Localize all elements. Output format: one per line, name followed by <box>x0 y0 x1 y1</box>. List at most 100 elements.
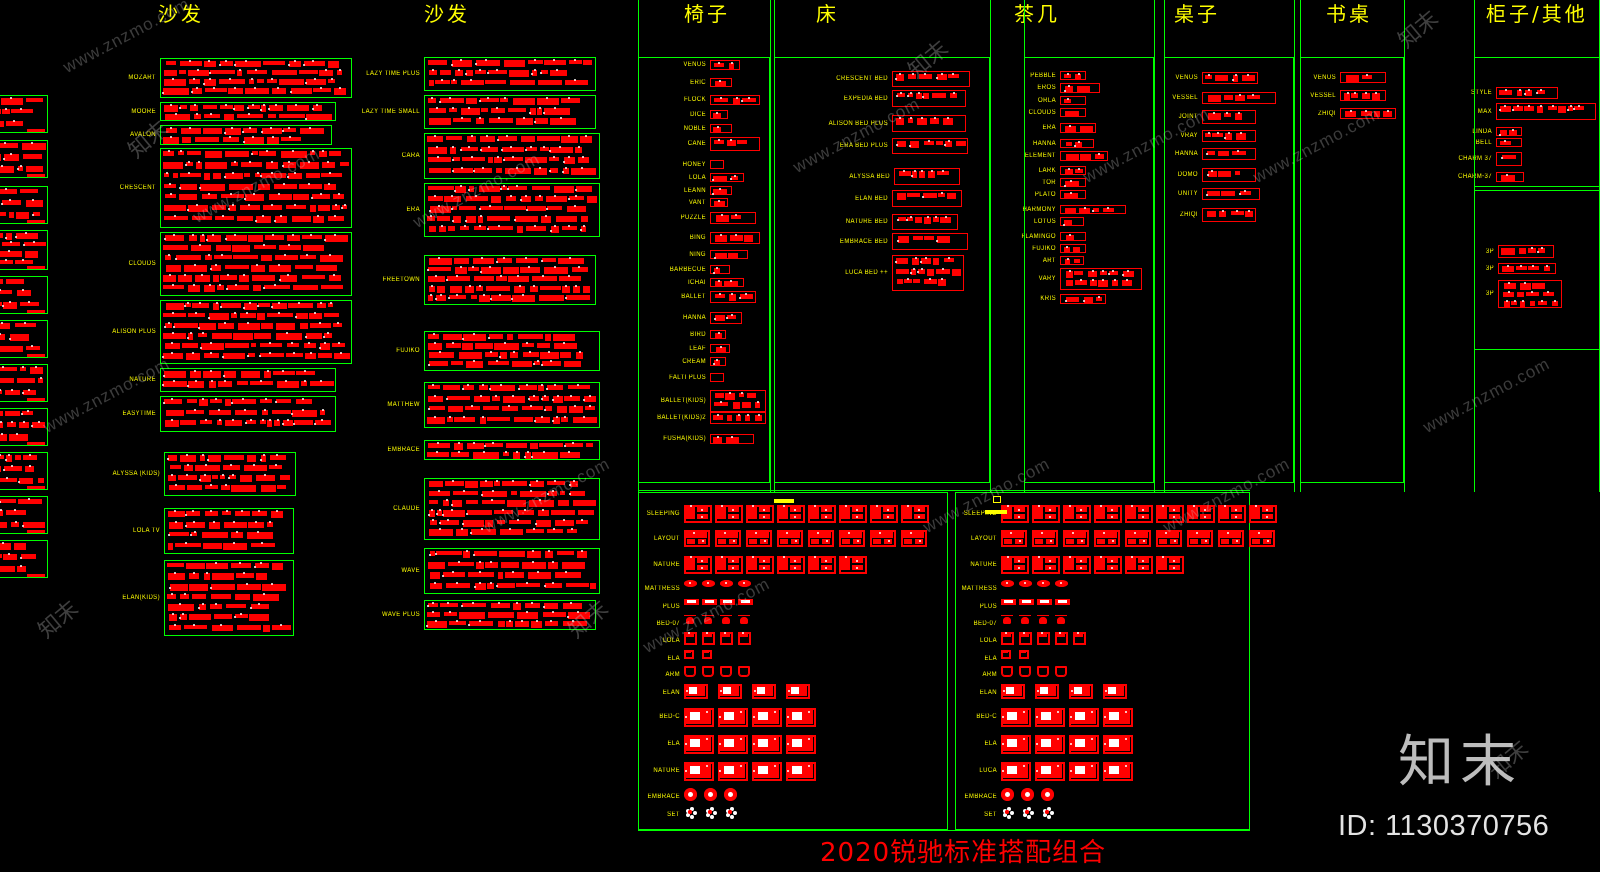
joint-dot <box>552 420 554 422</box>
furniture-block <box>296 313 308 319</box>
joint-dot <box>524 456 526 458</box>
furniture-block <box>258 184 270 190</box>
furniture-block <box>229 184 253 190</box>
left-edge-frame-6 <box>0 364 48 402</box>
glyph-part <box>1001 666 1013 677</box>
joint-dot <box>1514 300 1516 302</box>
joint-dot <box>182 613 184 615</box>
glyph-dot <box>1255 505 1257 507</box>
item-cabinet-0-label: STYLE <box>1470 89 1492 97</box>
glyph-dot <box>1042 582 1044 584</box>
watermark-mark: 知末 <box>1393 6 1444 54</box>
joint-dot <box>471 156 473 158</box>
joint-dot <box>559 146 561 148</box>
joint-dot <box>287 419 289 421</box>
joint-dot <box>186 474 188 476</box>
glyph-dot <box>787 770 789 772</box>
joint-dot <box>255 69 257 71</box>
furniture-block <box>0 166 14 173</box>
joint-dot <box>914 170 916 172</box>
joint-dot <box>191 91 193 93</box>
furniture-block <box>455 186 466 193</box>
glyph-part <box>1039 617 1047 624</box>
joint-dot <box>714 318 716 320</box>
joint-dot <box>541 364 543 366</box>
furniture-block <box>232 399 256 404</box>
glyph-dot <box>808 738 810 740</box>
joint-dot <box>568 275 570 277</box>
furniture-block <box>180 61 202 66</box>
joint-dot <box>206 239 208 241</box>
joint-dot <box>480 271 482 273</box>
furniture-block <box>897 279 903 284</box>
glyph-part <box>1041 739 1051 747</box>
joint-dot <box>735 214 737 216</box>
furniture-block <box>586 443 593 447</box>
joint-dot <box>219 284 221 286</box>
joint-dot <box>1067 258 1069 260</box>
joint-dot <box>280 624 282 626</box>
furniture-block <box>273 371 295 375</box>
furniture-block <box>164 79 186 86</box>
joint-dot <box>171 398 173 400</box>
joint-dot <box>529 484 531 486</box>
joint-dot <box>534 420 536 422</box>
joint-dot <box>308 183 310 185</box>
joint-dot <box>5 259 7 261</box>
joint-dot <box>168 150 170 152</box>
glyph-part <box>1055 615 1067 616</box>
joint-dot <box>239 69 241 71</box>
joint-dot <box>451 504 453 506</box>
item-desk-2-frame <box>1340 108 1396 119</box>
joint-dot <box>499 356 501 358</box>
joint-dot <box>544 585 546 587</box>
furniture-block <box>1208 171 1217 177</box>
joint-dot <box>543 146 545 148</box>
joint-dot <box>1084 207 1086 209</box>
joint-dot <box>449 97 451 99</box>
glyph-dot <box>740 765 742 767</box>
furniture-block <box>276 399 291 403</box>
furniture-block <box>509 520 531 524</box>
glyph-dot <box>732 509 734 511</box>
joint-dot <box>537 571 539 573</box>
furniture-block <box>1207 151 1215 155</box>
joint-dot <box>251 153 253 155</box>
item-desk-0-label: VENUS <box>1313 74 1336 81</box>
joint-dot <box>340 352 342 354</box>
joint-dot <box>210 587 212 589</box>
joint-dot <box>1078 141 1080 143</box>
joint-dot <box>438 257 440 259</box>
joint-dot <box>896 95 898 97</box>
furniture-block <box>280 275 297 282</box>
joint-dot <box>488 337 490 339</box>
joint-dot <box>526 582 528 584</box>
furniture-block <box>497 583 515 588</box>
item-table-1-frame <box>1202 92 1276 104</box>
furniture-block <box>463 551 470 558</box>
furniture-block <box>38 478 44 483</box>
furniture-block <box>248 105 260 109</box>
column-title-sofa-b: 沙发 <box>424 2 470 26</box>
joint-dot <box>716 267 718 269</box>
furniture-block <box>924 217 931 224</box>
joint-dot <box>577 384 579 386</box>
joint-dot <box>187 337 189 339</box>
joint-dot <box>907 95 909 97</box>
furniture-block <box>715 253 727 258</box>
furniture-block <box>1065 126 1076 132</box>
glyph-dot <box>1037 690 1039 692</box>
furniture-block <box>491 108 505 113</box>
furniture-block <box>237 114 263 118</box>
furniture-block <box>265 235 284 240</box>
group-sofa-a-0 <box>160 58 352 98</box>
joint-dot <box>563 342 565 344</box>
item-chair-1-label: ERIC <box>690 79 706 86</box>
furniture-block <box>168 455 177 461</box>
glyph-dot <box>1069 505 1071 507</box>
furniture-block <box>553 396 563 403</box>
glyph-dot <box>1131 556 1133 558</box>
joint-dot <box>202 454 204 456</box>
joint-dot <box>254 566 256 568</box>
item-coffee-table-5-label: HANNA <box>1032 140 1056 147</box>
